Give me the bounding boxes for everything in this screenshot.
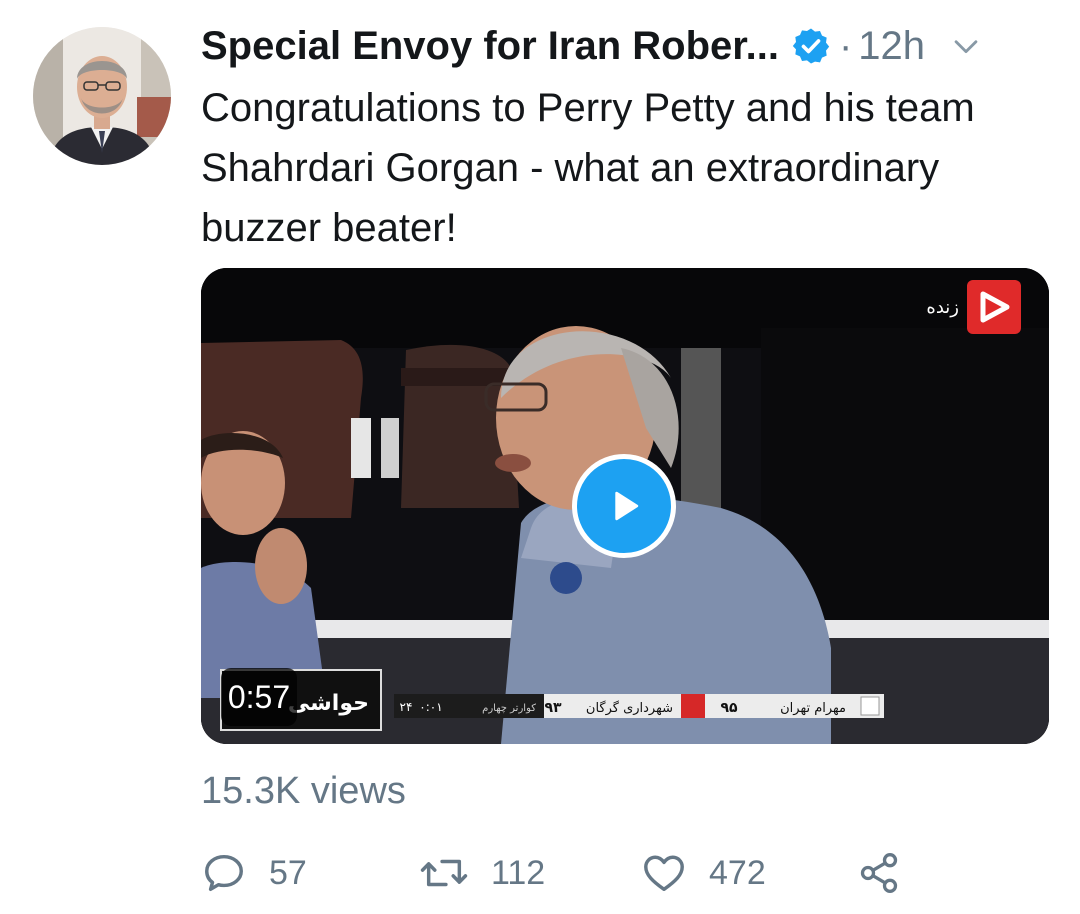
avatar[interactable] (33, 27, 171, 165)
verified-badge-icon (792, 28, 830, 64)
avatar-image (33, 27, 171, 165)
clock-label: ۰:۰۱ (419, 700, 442, 714)
tweet-text: Congratulations to Perry Petty and his t… (201, 86, 975, 250)
retweet-button[interactable]: 112 (419, 845, 545, 901)
away-team: شهرداری گرگان (586, 700, 673, 716)
author-name[interactable]: Special Envoy for Iran Rober... (201, 24, 779, 69)
play-button[interactable] (572, 454, 676, 558)
shot-clock-label: ۲۴ (400, 700, 413, 714)
like-icon (644, 855, 684, 892)
home-team: مهرام تهران (780, 701, 846, 716)
caption-label: حواشی (288, 691, 369, 716)
separator-dot: · (838, 23, 853, 68)
like-button[interactable]: 472 (641, 845, 766, 901)
tweet-header: Special Envoy for Iran Rober... · 12h (201, 18, 1044, 74)
chevron-down-icon[interactable] (949, 29, 983, 63)
timestamp[interactable]: 12h (858, 24, 925, 69)
away-points: ۹۳ (544, 700, 562, 716)
channel-label: زنده (926, 297, 959, 318)
like-count: 472 (709, 853, 766, 892)
retweet-icon (420, 859, 468, 887)
reply-icon (205, 854, 243, 892)
share-button[interactable] (857, 845, 901, 901)
home-points: ۹۵ (720, 700, 738, 716)
reply-count: 57 (269, 853, 307, 892)
view-count: 15.3K views (201, 770, 406, 812)
period-label: کوارتر چهارم (482, 703, 536, 714)
reply-button[interactable]: 57 (201, 845, 307, 901)
video-duration: 0:57 (221, 668, 297, 726)
play-icon (615, 491, 639, 521)
action-bar: 57 112 472 (201, 845, 921, 901)
share-icon (860, 853, 898, 893)
retweet-count: 112 (491, 853, 546, 892)
video-player[interactable]: زنده حواشی ۰:۰۱ ۲۴ کوارتر چهارم ۹۳ شهردا… (201, 268, 1049, 744)
